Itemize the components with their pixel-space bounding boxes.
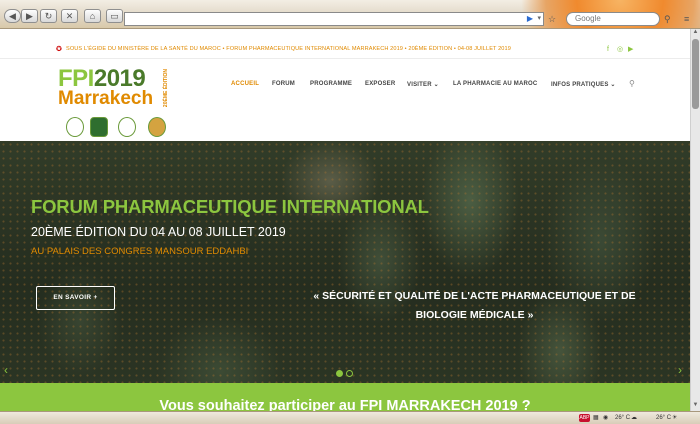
search-icon[interactable]: ⚲	[664, 12, 678, 26]
partner-logos	[66, 117, 176, 139]
scrollbar-thumb[interactable]	[692, 39, 699, 109]
menu-icon[interactable]: ≡	[684, 12, 696, 26]
weather-tomorrow-temp: 26° C	[656, 415, 672, 421]
adblock-icon[interactable]: ABP	[579, 414, 590, 422]
facebook-icon[interactable]: f	[607, 46, 609, 54]
home-button[interactable]: ⌂	[84, 9, 101, 23]
scroll-up-icon[interactable]: ▲	[691, 29, 700, 38]
top-info-bar: ✪ SOUS L'ÉGIDE DU MINISTÈRE DE LA SANTÉ …	[0, 43, 690, 59]
hero-quote-line1: « SÉCURITÉ ET QUALITÉ DE L'ACTE PHARMACE…	[313, 290, 636, 302]
partner-logo-3	[118, 117, 136, 137]
weather-today-temp: 26° C	[615, 415, 631, 421]
back-button[interactable]: ◀	[4, 9, 21, 23]
nav-item-visiter[interactable]: VISITER ⌄	[407, 81, 439, 88]
slider-next-icon[interactable]: ›	[678, 363, 682, 377]
nav-item-pharmacie-maroc[interactable]: LA PHARMACIE AU MAROC	[453, 81, 537, 87]
browser-status-bar: ABP ▦ ◉ 26° C ☁ 26° C ☀	[0, 411, 700, 424]
nav-item-forum[interactable]: FORUM	[272, 81, 295, 87]
hero-quote-line2: BIOLOGIE MÉDICALE »	[415, 309, 534, 321]
stop-button[interactable]: ✕	[61, 9, 78, 23]
site-search-icon[interactable]: ⚲	[629, 79, 635, 88]
youtube-icon[interactable]: ▶	[628, 46, 633, 54]
url-input[interactable]: ▶ ▾	[124, 12, 544, 26]
participation-band: Vous souhaitez participer au FPI MARRAKE…	[0, 383, 690, 414]
weather-sun-icon: ☀	[672, 415, 678, 421]
search-input[interactable]: Google	[566, 12, 660, 26]
page-scrollbar[interactable]: ▲ ▼	[690, 29, 700, 411]
en-savoir-plus-button[interactable]: EN SAVOIR +	[36, 286, 115, 310]
partner-logo-4	[148, 117, 166, 137]
nav-item-infos-pratiques[interactable]: INFOS PRATIQUES ⌄	[551, 81, 616, 88]
top-info-text: SOUS L'ÉGIDE DU MINISTÈRE DE LA SANTÉ DU…	[66, 46, 511, 52]
addon-icon[interactable]: ▦	[593, 414, 599, 422]
site-logo[interactable]: FPI2019 Marrakech 20ÈME ÉDITION	[58, 67, 182, 137]
scroll-down-icon[interactable]: ▼	[691, 402, 700, 411]
url-dropdown-icon[interactable]: ▾	[537, 13, 541, 25]
globe-icon[interactable]: ◉	[603, 414, 608, 422]
nav-item-exposer[interactable]: EXPOSER	[365, 81, 395, 87]
go-arrow-icon[interactable]: ▶	[527, 13, 533, 25]
slider-prev-icon[interactable]: ‹	[4, 363, 8, 377]
logo-city: Marrakech	[58, 88, 154, 109]
ministry-emblem-icon: ✪	[56, 46, 62, 53]
hero-title: FORUM PHARMACEUTIQUE INTERNATIONAL	[31, 196, 429, 217]
partner-logo-2	[90, 117, 108, 137]
nav-item-programme[interactable]: PROGRAMME	[310, 81, 352, 87]
site-header: FPI2019 Marrakech 20ÈME ÉDITION ACCUEIL …	[0, 59, 690, 141]
slider-dot-2[interactable]	[346, 370, 353, 377]
slider-dot-1[interactable]	[336, 370, 343, 377]
hero-subtitle: 20ÈME ÉDITION DU 04 AU 08 JUILLET 2019	[31, 225, 286, 239]
nav-item-accueil[interactable]: ACCUEIL	[231, 81, 259, 87]
weather-cloud-icon: ☁	[631, 415, 637, 421]
forward-button[interactable]: ▶	[21, 9, 38, 23]
hero-quote: « SÉCURITÉ ET QUALITÉ DE L'ACTE PHARMACE…	[302, 287, 647, 325]
instagram-icon[interactable]: ◎	[617, 46, 623, 54]
page-icon[interactable]: ▭	[106, 9, 123, 23]
partner-logo-1	[66, 117, 84, 137]
bookmark-icon[interactable]: ☆	[548, 12, 566, 26]
logo-edition: 20ÈME ÉDITION	[163, 69, 169, 108]
hero-overlay	[0, 141, 690, 383]
hero-slider: FORUM PHARMACEUTIQUE INTERNATIONAL 20ÈME…	[0, 141, 690, 383]
hero-venue: AU PALAIS DES CONGRES MANSOUR EDDAHBI	[31, 246, 249, 257]
browser-toolbar: ◀ ▶ ↻ ✕ ⌂ ▭ ▶ ▾ ☆ Google ⚲ ≡	[0, 0, 700, 29]
reload-button[interactable]: ↻	[40, 9, 57, 23]
